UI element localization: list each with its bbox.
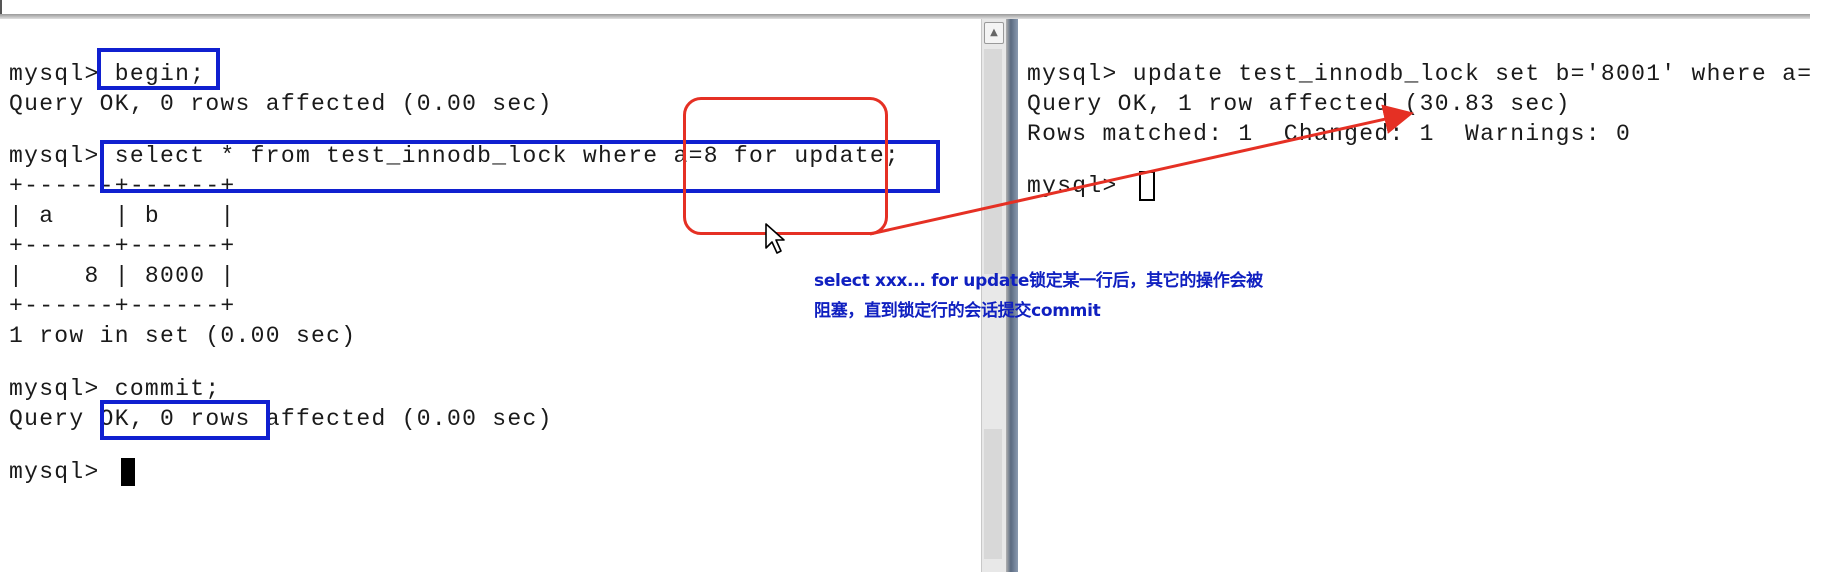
text-cursor <box>1138 171 1155 201</box>
table-row: | 8 | 8000 | <box>9 263 236 289</box>
scroll-up-icon[interactable]: ▲ <box>984 22 1004 44</box>
command-text: commit; <box>114 376 221 402</box>
command-text: update test_innodb_lock set b='8001' whe… <box>1132 61 1811 87</box>
pointer-arrow-icon <box>765 223 785 254</box>
prompt: mysql> <box>1027 173 1133 200</box>
annotation-note: select xxx... for update锁定某一行后，其它的操作会被 阻… <box>814 266 1263 326</box>
begin-highlight-box <box>97 48 220 90</box>
table-header-row: | a | b | <box>9 203 236 229</box>
terminal-line: mysql> <box>9 457 135 487</box>
table-border: +------+------+ <box>9 233 236 259</box>
terminal-line: Query OK, 1 row affected (30.83 sec) <box>1027 91 1571 117</box>
terminal-line: mysql> <box>1027 171 1155 201</box>
prompt: mysql> <box>1027 61 1133 87</box>
window-edge <box>0 0 2 14</box>
terminal-line: Query OK, 0 rows affected (0.00 sec) <box>9 406 553 432</box>
scrollbar-track[interactable] <box>984 49 1002 274</box>
prompt: mysql> <box>9 143 115 169</box>
prompt: mysql> <box>9 376 115 402</box>
prompt: mysql> <box>9 459 115 485</box>
terminal-line: mysql> update test_innodb_lock set b='80… <box>1027 59 1811 89</box>
table-border: +------+------+ <box>9 293 236 319</box>
text-cursor <box>120 457 135 486</box>
annotation-line: select xxx... for update锁定某一行后，其它的操作会被 <box>814 271 1263 291</box>
scrollbar-track[interactable] <box>984 429 1002 559</box>
terminal-line: Rows matched: 1 Changed: 1 Warnings: 0 <box>1027 121 1632 147</box>
terminal-line: 1 row in set (0.00 sec) <box>9 323 357 349</box>
annotation-line: 阻塞，直到锁定行的会话提交commit <box>814 301 1101 321</box>
for-update-callout-box <box>683 97 888 235</box>
commit-highlight-box <box>100 400 270 440</box>
terminal-line: Query OK, 0 rows affected (0.00 sec) <box>9 91 553 117</box>
